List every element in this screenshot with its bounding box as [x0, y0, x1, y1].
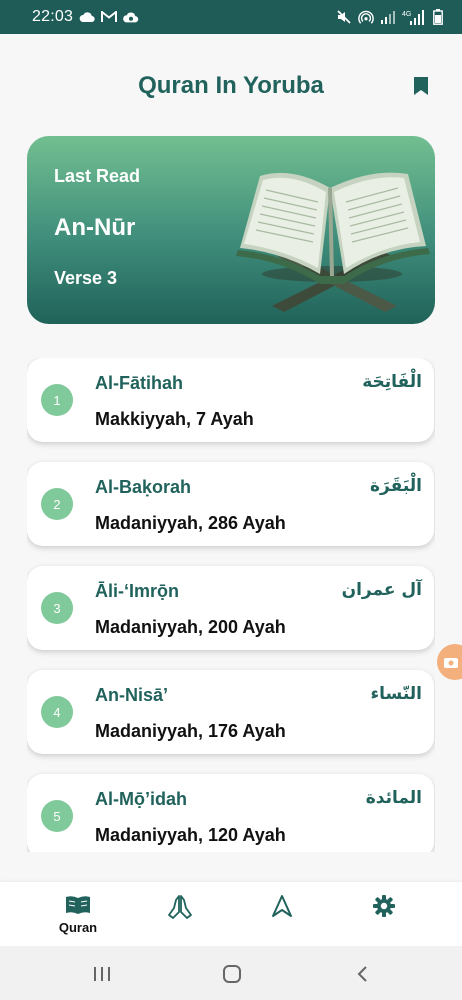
bottom-navigation: Quran — [0, 882, 462, 946]
last-read-card[interactable]: Last Read An-Nūr Verse 3 — [27, 136, 435, 324]
surah-name: Āli-‘Imrọ̄n — [95, 581, 179, 601]
nav-tab-quran[interactable]: Quran — [48, 894, 108, 942]
surah-info: Madaniyyah, 120 Ayah — [95, 825, 286, 845]
system-navigation-bar — [0, 946, 462, 1000]
surah-number-badge: 5 — [41, 800, 73, 832]
home-icon — [223, 965, 241, 983]
app-screen: 22:03 4G Quran In Yoruba Last Read An-Nū… — [0, 0, 462, 1000]
surah-name: Al-Fātihah — [95, 373, 183, 393]
surah-arabic-name: المائدة — [365, 788, 422, 808]
back-button[interactable] — [350, 962, 374, 986]
signal-icon — [380, 9, 396, 25]
surah-info: Madaniyyah, 200 Ayah — [95, 617, 286, 637]
last-read-label: Last Read — [54, 166, 141, 186]
bookmarks-button[interactable] — [410, 73, 432, 99]
surah-number-badge: 3 — [41, 592, 73, 624]
last-read-verse: Verse 3 — [54, 268, 118, 288]
status-left: 22:03 — [32, 8, 139, 26]
gmail-icon — [101, 9, 118, 25]
surah-number-badge: 2 — [41, 488, 73, 520]
app-header: Quran In Yoruba — [0, 34, 462, 134]
nav-tab-settings[interactable] — [354, 894, 414, 942]
home-button[interactable] — [220, 962, 244, 986]
surah-arabic-name: الْفَاتِحَة — [362, 372, 422, 392]
navigation-arrow-icon — [272, 895, 292, 917]
surah-info: Madaniyyah, 286 Ayah — [95, 513, 286, 533]
surah-card[interactable]: 2 Al-Baḳorah الْبَقَرَة Madaniyyah, 286 Aya… — [27, 462, 434, 546]
surah-info: Makkiyyah, 7 Ayah — [95, 409, 254, 429]
recents-icon — [94, 967, 110, 981]
back-icon — [357, 966, 367, 982]
surah-card[interactable]: 4 An-Nisā’ النّساء Madaniyyah, 176 Ayah — [27, 670, 434, 754]
gear-icon — [373, 895, 395, 917]
cloud-icon — [79, 9, 95, 25]
camera-icon — [444, 658, 458, 668]
nav-label-quran: Quran — [58, 920, 98, 935]
surah-info: Madaniyyah, 176 Ayah — [95, 721, 286, 741]
status-bar: 22:03 4G — [0, 0, 462, 34]
surah-name: An-Nisā’ — [95, 685, 169, 705]
floating-edge-button[interactable] — [437, 644, 462, 680]
mute-icon — [336, 9, 352, 25]
surah-arabic-name: النّساء — [370, 684, 422, 704]
surah-arabic-name: آل عمران — [341, 580, 422, 600]
lte-signal-icon: 4G — [402, 9, 424, 25]
surah-card[interactable]: 5 Al-Mọ̄’idah المائدة Madaniyyah, 120 Ayah — [27, 774, 434, 852]
cloud-sync-icon — [123, 9, 139, 25]
network-label: 4G — [402, 11, 411, 18]
battery-icon — [430, 9, 446, 25]
bookmark-icon — [414, 77, 428, 95]
nav-tab-qibla[interactable] — [252, 894, 312, 942]
status-time: 22:03 — [32, 8, 74, 25]
hotspot-icon — [358, 9, 374, 25]
open-quran-illustration — [236, 172, 430, 312]
surah-arabic-name: الْبَقَرَة — [370, 476, 422, 496]
page-title: Quran In Yoruba — [138, 72, 324, 99]
surah-number-badge: 4 — [41, 696, 73, 728]
surah-card[interactable]: 3 Āli-‘Imrọ̄n آل عمران Madaniyyah, 200 Ayah — [27, 566, 434, 650]
surah-number-badge: 1 — [41, 384, 73, 416]
praying-hands-icon — [168, 895, 192, 919]
surah-card[interactable]: 1 Al-Fātihah الْفَاتِحَة Makkiyyah, 7 Ayah — [27, 358, 434, 442]
status-right: 4G — [336, 9, 446, 25]
recents-button[interactable] — [90, 962, 114, 986]
surah-name: Al-Baḳorah — [95, 477, 192, 497]
surah-name: Al-Mọ̄’idah — [95, 789, 187, 809]
last-read-surah: An-Nūr — [54, 214, 136, 241]
open-book-icon — [66, 896, 90, 914]
surah-list[interactable]: 1 Al-Fātihah الْفَاتِحَة Makkiyyah, 7 Ayah 2… — [27, 358, 435, 852]
nav-tab-prayer[interactable] — [150, 894, 210, 942]
